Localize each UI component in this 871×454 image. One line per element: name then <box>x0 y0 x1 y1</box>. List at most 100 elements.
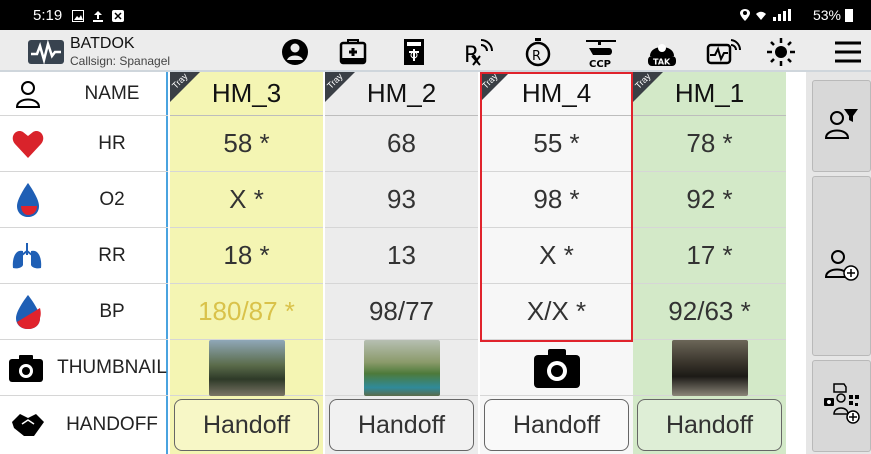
callsign-label: Callsign: Spanagel <box>70 54 171 68</box>
thumbnail-cell[interactable] <box>480 340 633 396</box>
heart-icon <box>10 126 46 162</box>
status-time: 5:19 <box>33 7 63 24</box>
row-label-text: NAME <box>84 82 140 104</box>
row-label-text: O2 <box>99 188 125 210</box>
patient-name-header[interactable]: Tray HM_2 <box>325 71 478 116</box>
patient-name-header[interactable]: Tray HM_1 <box>633 71 786 116</box>
patient-thumbnail-image[interactable] <box>671 339 748 396</box>
patient-column[interactable]: Tray HM_4 55 * 98 * X * X/X * Handoff <box>480 71 633 454</box>
patient-column[interactable]: Tray HM_1 78 * 92 * 17 * 92/63 * Handoff <box>633 71 786 454</box>
thumbnail-cell[interactable] <box>633 339 786 396</box>
right-sidebar <box>806 72 871 454</box>
vitals-monitor-icon[interactable] <box>705 36 741 68</box>
blood-drop-icon <box>10 182 46 218</box>
add-patient-icon <box>824 246 860 287</box>
vital-rr-value: 13 <box>325 228 478 284</box>
row-label-text: HANDOFF <box>66 414 158 435</box>
row-label-thumbnail: THUMBNAIL <box>0 340 168 396</box>
vital-rr-value: 18 * <box>170 228 323 284</box>
vital-rr-value: 17 * <box>633 228 786 284</box>
patient-column[interactable]: Tray HM_3 58 * X * 18 * 180/87 * Handoff <box>170 71 323 454</box>
handoff-button[interactable]: Handoff <box>329 399 474 451</box>
app-notification-icon <box>112 9 124 22</box>
row-label-text: HR <box>98 132 126 154</box>
row-label-hr: HR <box>0 116 168 172</box>
thumbnail-cell[interactable] <box>325 339 478 396</box>
menu-icon[interactable] <box>832 36 864 68</box>
handshake-icon <box>10 407 46 443</box>
patient-column[interactable]: Tray HM_2 68 93 13 98/77 Handoff <box>325 71 478 454</box>
handoff-button[interactable]: Handoff <box>637 399 782 451</box>
status-bar: 5:19 53% <box>0 0 871 30</box>
row-label-text: BP <box>99 300 125 322</box>
vital-o2-value: 93 <box>325 172 478 228</box>
row-label-name: NAME <box>0 72 168 116</box>
vital-bp-value: X/X * <box>480 284 633 340</box>
app-bar: BATDOK Callsign: Spanagel R R CCP TAK <box>0 30 871 72</box>
vital-o2-value: 98 * <box>480 172 633 228</box>
vital-bp-value: 98/77 <box>325 284 478 340</box>
battery-icon <box>845 9 853 22</box>
row-label-handoff: HANDOFF <box>0 396 168 454</box>
vital-hr-value: 58 * <box>170 116 323 172</box>
patient-name-header[interactable]: Tray HM_4 <box>480 71 633 116</box>
batdok-logo <box>28 39 64 65</box>
person-outline-icon <box>10 76 46 112</box>
row-label-text: THUMBNAIL <box>57 356 167 378</box>
patient-name-header[interactable]: Tray HM_3 <box>170 71 323 116</box>
thumbnail-cell[interactable] <box>170 339 323 396</box>
medical-card-icon[interactable] <box>398 36 430 68</box>
camera-icon <box>8 350 44 386</box>
tak-icon[interactable]: TAK <box>645 36 679 68</box>
handoff-cell: Handoff <box>480 396 633 454</box>
add-photo-camera-icon[interactable] <box>533 347 581 389</box>
battery-percent: 53% <box>812 7 841 23</box>
row-label-o2: O2 <box>0 172 168 228</box>
ccp-helicopter-icon[interactable]: CCP <box>583 36 619 68</box>
vital-rr-value: X * <box>480 228 633 284</box>
app-title: BATDOK <box>70 35 135 52</box>
row-label-rr: RR <box>0 228 168 284</box>
vital-o2-value: 92 * <box>633 172 786 228</box>
filter-patients-button[interactable] <box>812 80 871 172</box>
patient-thumbnail-image[interactable] <box>208 339 285 396</box>
row-label-text: RR <box>98 244 126 266</box>
patient-name: HM_1 <box>674 78 745 108</box>
location-wifi-signal-icon <box>740 9 792 21</box>
handoff-cell: Handoff <box>170 396 323 454</box>
handoff-cell: Handoff <box>633 396 786 454</box>
row-label-column: NAME HR O2 RR BP THUMBNAIL HANDOFF <box>0 72 168 454</box>
vital-bp-value: 92/63 * <box>633 284 786 340</box>
patient-name: HM_4 <box>521 78 592 108</box>
patient-name: HM_2 <box>366 78 437 108</box>
rx-timer-icon[interactable]: R <box>522 36 554 68</box>
blood-pressure-icon <box>10 294 46 330</box>
row-label-bp: BP <box>0 284 168 340</box>
patient-thumbnail-image[interactable] <box>363 339 440 396</box>
gallery-notification-icon <box>72 9 84 22</box>
medical-bag-icon[interactable] <box>337 36 369 68</box>
scan-add-patient-icon <box>822 382 862 431</box>
scan-add-patient-button[interactable] <box>812 360 871 452</box>
upload-notification-icon <box>92 9 104 22</box>
handoff-button[interactable]: Handoff <box>174 399 319 451</box>
vital-bp-value: 180/87 * <box>170 284 323 340</box>
add-patient-button[interactable] <box>812 176 871 356</box>
handoff-cell: Handoff <box>325 396 478 454</box>
patient-name: HM_3 <box>211 78 282 108</box>
account-icon[interactable] <box>279 36 311 68</box>
rx-signal-icon[interactable]: R <box>462 36 494 68</box>
tak-label: TAK <box>653 58 671 67</box>
filter-patients-icon <box>824 107 860 146</box>
status-right: 53% <box>739 7 853 23</box>
svg-text:R: R <box>532 49 541 64</box>
svg-text:R: R <box>464 43 479 67</box>
vital-hr-value: 78 * <box>633 116 786 172</box>
lungs-icon <box>10 238 46 274</box>
brightness-icon[interactable] <box>765 36 797 68</box>
vital-hr-value: 55 * <box>480 116 633 172</box>
ccp-label: CCP <box>589 59 611 68</box>
vital-hr-value: 68 <box>325 116 478 172</box>
handoff-button[interactable]: Handoff <box>484 399 629 451</box>
vital-o2-value: X * <box>170 172 323 228</box>
